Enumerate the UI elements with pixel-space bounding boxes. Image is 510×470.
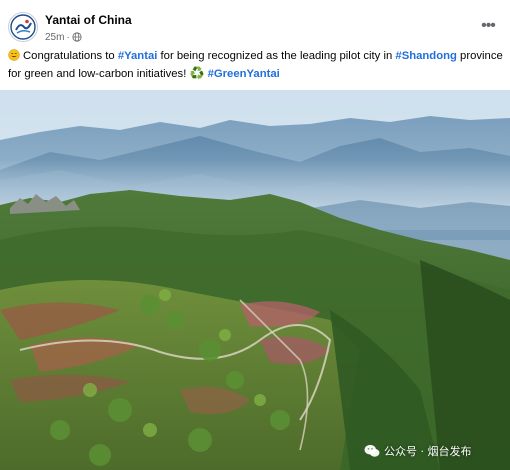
photo-watermark: 公众号 · 烟台发布 xyxy=(364,441,472,461)
meta-separator: · xyxy=(66,31,70,43)
caption-text-2: for being recognized as the leading pilo… xyxy=(157,50,396,62)
post-timestamp[interactable]: 25m xyxy=(45,32,64,43)
post-meta: 25m · xyxy=(45,30,82,44)
hashtag-shandong[interactable]: #Shandong xyxy=(395,50,457,62)
hashtag-greenyantai[interactable]: #GreenYantai xyxy=(208,68,280,80)
watermark-text: 公众号 · 烟台发布 xyxy=(384,445,472,458)
globe-icon xyxy=(72,32,82,42)
more-options-icon: ••• xyxy=(481,17,496,34)
caption-text-1: Congratulations to xyxy=(23,50,118,62)
recycle-emoji-icon: ♻️ xyxy=(189,66,205,80)
smiling-face-emoji xyxy=(8,49,20,61)
page-name[interactable]: Yantai of China xyxy=(45,13,132,27)
more-options-button[interactable]: ••• xyxy=(474,14,502,38)
page-avatar[interactable] xyxy=(8,12,38,42)
wechat-icon xyxy=(364,444,380,457)
hashtag-yantai[interactable]: #Yantai xyxy=(118,50,158,62)
facebook-post: Yantai of China 25m · ••• Congratulation… xyxy=(0,0,510,470)
post-header: Yantai of China 25m · ••• xyxy=(0,0,510,46)
yantai-logo-icon xyxy=(10,14,36,40)
aerial-landscape-photo[interactable] xyxy=(0,90,510,470)
post-caption: Congratulations to #Yantai for being rec… xyxy=(8,48,504,83)
